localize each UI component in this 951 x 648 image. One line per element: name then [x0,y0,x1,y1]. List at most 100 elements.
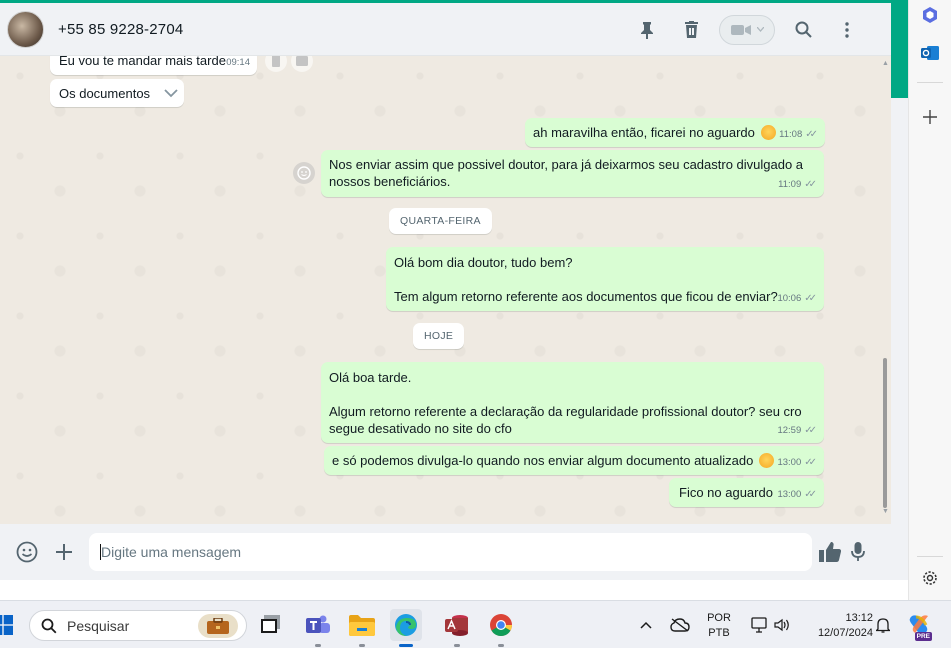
message-text-line: Nos enviar assim que possivel doutor, pa… [329,157,804,172]
browser-sidebar [908,0,951,600]
keyboard-layout: PTB [708,627,730,639]
date-separator: HOJE [413,323,465,349]
notifications-button[interactable] [871,609,895,641]
network-icon [751,617,767,633]
clock-time: 13:12 [845,612,873,624]
chrome-app-button[interactable] [485,609,517,647]
message-text-line: segue desativado no site do cfo [329,421,512,436]
scroll-down-arrow-icon[interactable]: ▼ [882,508,889,515]
app-running-indicator [498,644,504,647]
sidebar-divider [917,82,943,83]
message-meta: 13:00 ✓✓ [777,486,817,503]
scrollbar-thumb[interactable] [883,358,887,508]
message-options-button[interactable] [164,85,178,102]
copilot-sidebar-button[interactable] [919,4,941,26]
access-app-button[interactable] [441,609,473,647]
pin-icon [641,21,653,39]
taskbar-search-label: Pesquisar [67,617,130,634]
message-outgoing[interactable]: Olá bom dia doutor, tudo bem? Tem algum … [386,247,824,311]
contact-avatar[interactable] [7,10,44,48]
message-meta: 13:00 ✓✓ [777,454,817,471]
show-hidden-icons-button[interactable] [634,609,658,641]
search-icon [41,618,57,633]
message-incoming[interactable]: Os documentos [50,79,184,107]
message-meta: 09:14 [226,56,250,71]
bell-icon [876,618,890,633]
chevron-up-icon [640,621,652,629]
app-running-indicator [454,644,460,647]
message-input[interactable] [89,533,812,571]
start-button[interactable] [0,609,18,641]
message-text: e só podemos divulga-lo quando nos envia… [332,453,754,468]
pin-button[interactable] [625,10,669,50]
reaction-button[interactable] [293,162,315,184]
message-text-line: Algum retorno referente a declaração da … [329,404,802,419]
cloud-offline-icon [670,618,690,632]
windows-logo-icon [0,615,13,635]
message-outgoing[interactable]: Olá boa tarde. Algum retorno referente a… [321,362,824,443]
onedrive-status-button[interactable] [666,609,694,641]
delete-button[interactable] [669,10,713,50]
message-text: Os documentos [59,86,151,101]
double-check-icon: ✓✓ [804,457,817,468]
message-time: 12:59 [777,425,802,436]
trash-icon [684,21,698,38]
teams-app-button[interactable] [302,609,334,647]
sidebar-settings-button[interactable] [919,567,941,589]
video-call-button[interactable] [719,14,775,45]
search-button[interactable] [781,10,825,50]
double-check-icon: ✓✓ [804,425,817,436]
menu-button[interactable] [825,10,869,50]
chat-header: +55 85 9228-2704 [0,3,891,56]
message-outgoing[interactable]: Nos enviar assim que possivel doutor, pa… [321,150,824,197]
message-text: Fico no aguardo [679,485,773,500]
message-composer [0,524,891,580]
message-meta: 11:08 ✓✓ [779,126,818,143]
sidebar-divider [917,556,943,557]
message-incoming[interactable]: Eu vou te mandar mais tarde 09:14 [50,56,257,75]
taskbar-search-box[interactable]: Pesquisar [29,610,247,641]
language-code: POR [707,612,731,624]
chevron-down-icon [164,89,178,98]
text-caret [100,544,101,560]
message-outgoing[interactable]: e só podemos divulga-lo quando nos envia… [324,446,824,475]
message-time: 13:00 [777,457,802,468]
contact-name[interactable]: +55 85 9228-2704 [58,21,183,38]
network-volume-button[interactable] [745,609,795,641]
scroll-up-arrow-icon[interactable]: ▲ [882,60,889,67]
disappointed-face-emoji [758,453,774,468]
window-accent-side [891,0,909,98]
app-running-indicator [315,644,321,647]
add-sidebar-app-button[interactable] [919,106,941,128]
preview-badge: PRE [914,632,932,641]
voice-message-button[interactable] [840,534,876,570]
copilot-taskbar-button[interactable]: PRE [904,609,936,641]
task-view-button[interactable] [255,609,287,641]
message-text-line: nossos beneficiários. [329,174,451,189]
attach-button[interactable] [46,534,82,570]
input-language-indicator[interactable]: POR PTB [703,611,735,641]
message-outgoing[interactable]: ah maravilha então, ficarei no aguardo 1… [525,118,825,147]
clock[interactable]: 13:12 12/07/2024 [803,611,873,641]
double-check-icon: ✓✓ [805,129,818,140]
edge-app-button[interactable] [390,609,422,647]
volume-icon [774,618,789,632]
message-text-line: Olá boa tarde. [329,370,412,385]
emoji-button[interactable] [9,534,45,570]
plus-icon [923,110,937,124]
file-explorer-app-button[interactable] [346,609,378,647]
header-actions [625,3,869,56]
message-list[interactable]: Eu vou te mandar mais tarde 09:14 Os doc… [0,56,891,524]
message-outgoing[interactable]: Fico no aguardo 13:00 ✓✓ [669,478,824,507]
more-vertical-icon [845,21,849,38]
teams-icon [306,615,330,633]
document-icon [272,56,280,67]
outlook-sidebar-button[interactable] [919,42,941,64]
gallery-icon [296,56,308,66]
plus-icon [56,544,72,560]
message-text: Eu vou te mandar mais tarde [59,56,226,68]
double-check-icon: ✓✓ [804,179,817,190]
window-bottom-edge [0,580,908,600]
message-meta: 11:09 ✓✓ [778,176,817,193]
message-time: 11:08 [779,129,803,140]
